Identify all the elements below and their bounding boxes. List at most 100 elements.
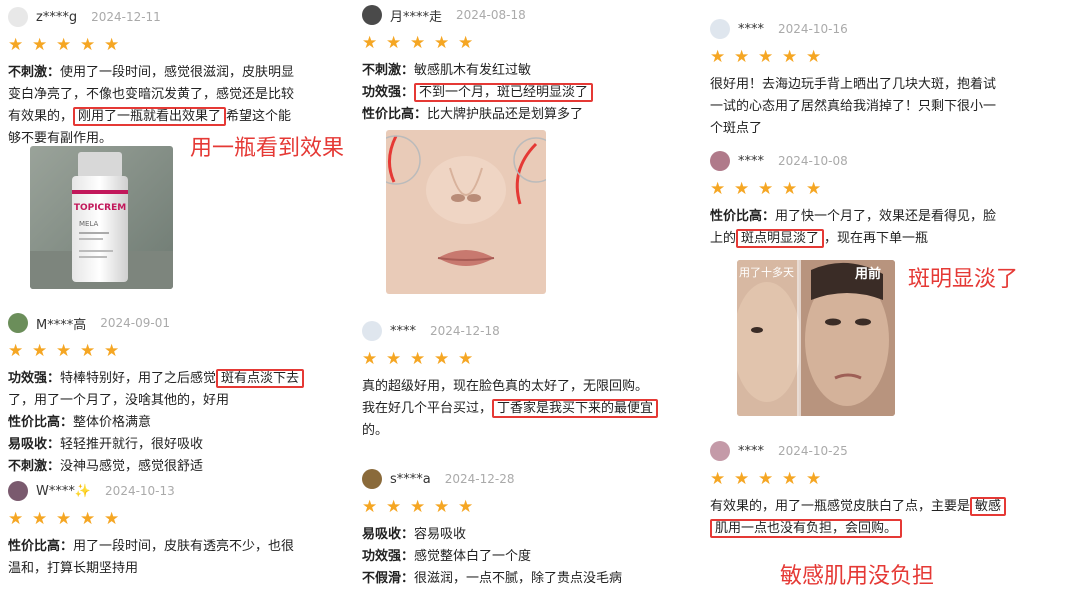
review-date: 2024-10-25 [778,444,848,458]
review-line-text: 了，用了一个月了，没啥其他的，好用 [8,393,230,408]
review-line: 性价比高：比大牌护肤品还是划算多了 [362,104,692,126]
star-icon: ★ [458,497,474,517]
review-card: **** 2024-10-25 ★ ★ ★ ★ ★ 有效果的，用了一瓶感觉皮肤白了点，主要是敏… [710,440,1076,540]
username: z****g [36,9,78,25]
attribute-label: 不刺激： [8,65,61,80]
review-card: **** 2024-12-18 ★ ★ ★ ★ ★ 真的超级好用，现在脸色真的太好了，无限回购… [362,320,692,442]
review-text: 真的超级好用，现在脸色真的太好了，无限回购。 我在好几个平台买过， 丁香家是我买下来… [362,376,692,442]
review-line-text: 温和，打算长期坚持用 [8,561,139,576]
review-text: 功效强：特棒特别好，用了之后感觉 斑有点淡下去 了，用了一个月了，没啥其他的，好用性… [8,368,348,478]
highlight-box: 丁香家是我买下来的最便宜 [492,399,659,418]
review-header: z****g 2024-12-11 [8,6,348,28]
review-line: 温和，打算长期坚持用 [8,558,348,580]
star-icon: ★ [458,349,474,369]
review-line-text: 没神马感觉，感觉很舒适 [60,459,204,474]
review-card: M****高 2024-09-01 ★ ★ ★ ★ ★ 功效强：特棒特别好，用了之后感觉 斑有点… [8,312,348,478]
star-icon: ★ [410,497,426,517]
username: **** [738,153,764,169]
star-icon: ★ [386,497,402,517]
star-icon: ★ [806,47,822,67]
review-date: 2024-10-08 [778,154,848,168]
star-icon: ★ [710,47,726,67]
attribute-label: 性价比高： [8,539,74,554]
star-icon: ★ [80,341,96,361]
before-label: 用前 [854,266,881,282]
star-rating: ★ ★ ★ ★ ★ [362,498,692,516]
star-icon: ★ [434,349,450,369]
review-line: 有效果的，用了一瓶感觉皮肤白了点，主要是 敏感 [710,496,1076,518]
review-line-text: 个斑点了 [710,121,763,136]
star-icon: ★ [362,349,378,369]
star-icon: ★ [458,33,474,53]
avatar [8,7,28,27]
star-icon: ★ [758,47,774,67]
star-icon: ★ [32,341,48,361]
star-rating: ★ ★ ★ ★ ★ [8,342,348,360]
review-line: 功效强：感觉整体白了一个度 [362,546,692,568]
review-line: 不刺激：敏感肌木有发红过敏 [362,60,692,82]
star-icon: ★ [710,179,726,199]
review-header: M****高 2024-09-01 [8,312,348,334]
annotation-sensitive-skin: 敏感肌用没负担 [780,564,935,589]
star-icon: ★ [32,35,48,55]
star-icon: ★ [758,179,774,199]
star-icon: ★ [104,341,120,361]
review-line-text: 用了快一个月了，效果还是看得见，脸 [775,209,997,224]
review-date: 2024-10-13 [105,484,175,498]
star-icon: ★ [806,469,822,489]
attribute-label: 性价比高： [362,107,428,122]
review-date: 2024-12-18 [430,324,500,338]
star-icon: ★ [80,35,96,55]
star-icon: ★ [434,497,450,517]
star-icon: ★ [56,509,72,529]
star-icon: ★ [386,349,402,369]
star-rating: ★ ★ ★ ★ ★ [8,36,348,54]
attribute-label: 不刺激： [362,63,415,78]
username: W****✨ [36,483,92,499]
highlight-box: 肌用一点也没有负担，会回购。 [710,519,903,538]
review-header: **** 2024-12-18 [362,320,692,342]
review-line-text: 的。 [362,423,389,438]
review-line-text: 真的超级好用，现在脸色真的太好了，无限回购。 [362,379,649,394]
highlight-box: 敏感 [970,497,1007,516]
star-icon: ★ [8,35,24,55]
attribute-label: 功效强： [362,85,415,100]
attribute-label: 性价比高： [8,415,74,430]
avatar [362,5,382,25]
username: 月****走 [390,9,443,25]
highlight-box: 刚用了一瓶就看出效果了 [73,107,227,126]
review-line: 变白净亮了，不像也变暗沉发黄了，感觉还是比较 [8,84,348,106]
avatar [8,481,28,501]
review-line: 性价比高：整体价格满意 [8,412,348,434]
star-rating: ★ ★ ★ ★ ★ [8,510,348,528]
review-header: **** 2024-10-16 [710,18,1076,40]
review-line: 性价比高：用了一段时间，皮肤有透亮不少，也很 [8,536,348,558]
star-icon: ★ [734,469,750,489]
review-line-text: 一试的心态用了居然真给我消掉了！只剩下很小一 [710,99,997,114]
review-line: 个斑点了 [710,118,1076,140]
review-line-text: 上的 [710,231,737,246]
review-line: 的。 [362,420,692,442]
review-card: **** 2024-10-08 ★ ★ ★ ★ ★ 性价比高：用了快一个月了，效果还是看得见，… [710,150,1076,250]
star-icon: ★ [782,47,798,67]
star-icon: ★ [806,179,822,199]
review-date: 2024-09-01 [100,316,170,330]
review-text: 性价比高：用了快一个月了，效果还是看得见，脸 上的 斑点明显淡了 ，现在再下单一瓶 [710,206,1076,250]
before-after-photo: 用了十多天 用前 [737,260,895,416]
review-line: 性价比高：用了快一个月了，效果还是看得见，脸 [710,206,1076,228]
review-line-text: 有效果的， [8,109,74,124]
face-photo [386,130,546,294]
star-icon: ★ [56,35,72,55]
username: M****高 [36,317,87,333]
star-icon: ★ [104,509,120,529]
review-line-text: 敏感肌木有发红过敏 [414,63,532,78]
review-card: z****g 2024-12-11 ★ ★ ★ ★ ★ 不刺激：使用了一段时间，感觉很滋润，皮… [8,6,348,150]
attribute-label: 易吸收： [362,527,415,542]
annotation-spot-faded: 斑明显淡了 [908,267,1019,292]
star-icon: ★ [362,33,378,53]
review-line-text: 比大牌护肤品还是划算多了 [427,107,584,122]
star-icon: ★ [734,47,750,67]
attribute-label: 功效强： [362,549,415,564]
avatar [710,19,730,39]
review-line: 不假滑：很滋润，一点不腻，除了贵点没毛病 [362,568,692,590]
